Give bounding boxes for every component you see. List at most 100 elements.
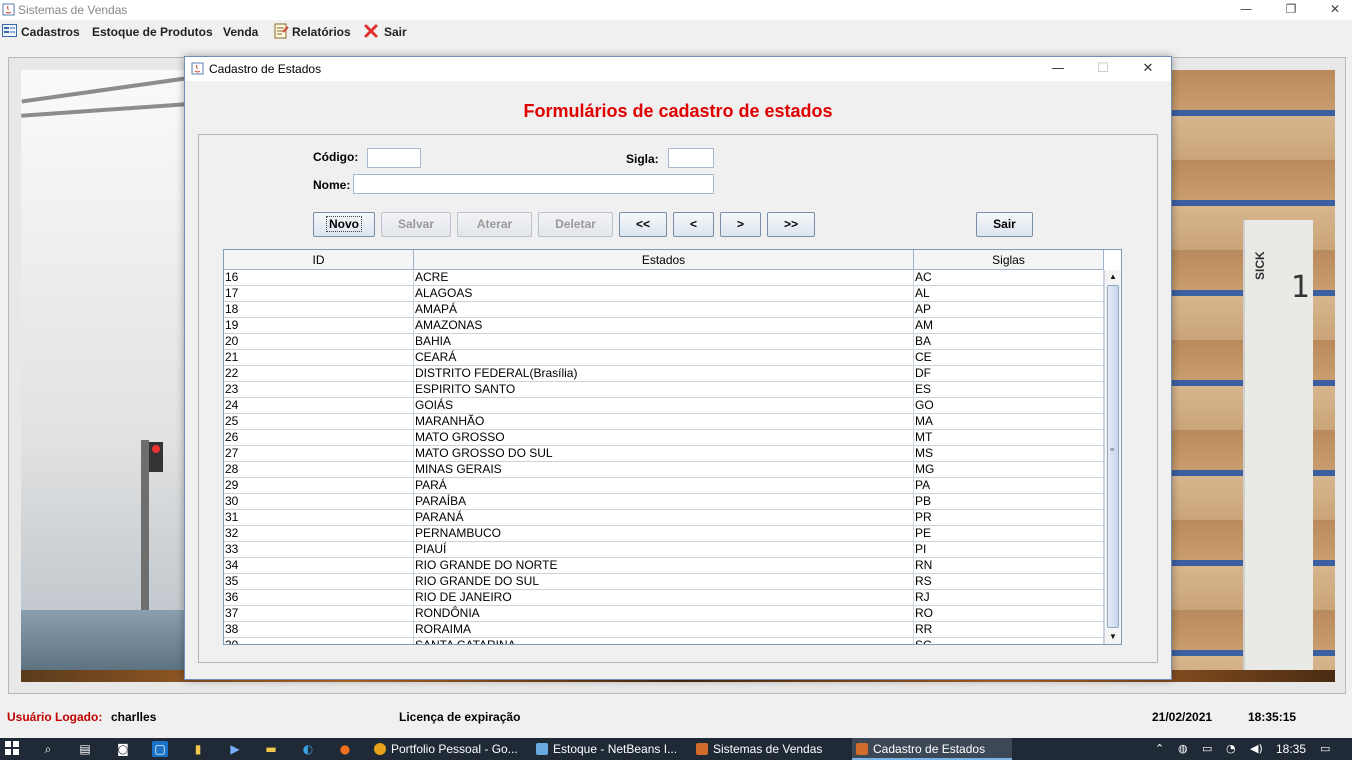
cell-id[interactable]: 31 [224,510,414,526]
cell-estado[interactable]: DISTRITO FEDERAL(Brasília) [414,366,914,382]
edge-icon[interactable]: ◐ [300,741,316,757]
column-header-siglas[interactable]: Siglas [914,250,1104,270]
cell-id[interactable]: 20 [224,334,414,350]
first-record-button[interactable]: << [619,212,667,237]
column-header-id[interactable]: ID [224,250,414,270]
cell-id[interactable]: 27 [224,446,414,462]
cell-estado[interactable]: AMAPÁ [414,302,914,318]
cell-sigla[interactable]: AP [914,302,1104,318]
table-row[interactable]: 19 AMAZONAS AM [224,318,1104,334]
table-row[interactable]: 22 DISTRITO FEDERAL(Brasília) DF [224,366,1104,382]
table-row[interactable]: 38 RORAIMA RR [224,622,1104,638]
cell-id[interactable]: 39 [224,638,414,644]
cell-estado[interactable]: MATO GROSSO [414,430,914,446]
task-view-icon[interactable]: ▤ [77,741,93,757]
cell-sigla[interactable]: CE [914,350,1104,366]
cell-id[interactable]: 37 [224,606,414,622]
close-button[interactable]: ✕ [1312,0,1352,20]
table-scrollbar[interactable]: ▲ ≡ ▼ [1104,270,1121,644]
cell-estado[interactable]: BAHIA [414,334,914,350]
table-row[interactable]: 36 RIO DE JANEIRO RJ [224,590,1104,606]
cell-sigla[interactable]: PE [914,526,1104,542]
table-row[interactable]: 20 BAHIA BA [224,334,1104,350]
cell-sigla[interactable]: RS [914,574,1104,590]
previous-record-button[interactable]: < [673,212,714,237]
table-row[interactable]: 30 PARAÍBA PB [224,494,1104,510]
aterar-button[interactable]: Aterar [457,212,532,237]
folder-icon[interactable]: ▬ [263,741,279,757]
sair-button[interactable]: Sair [976,212,1033,237]
firefox-icon[interactable]: ● [337,741,353,757]
cell-estado[interactable]: CEARÁ [414,350,914,366]
cell-id[interactable]: 36 [224,590,414,606]
table-row[interactable]: 27 MATO GROSSO DO SUL MS [224,446,1104,462]
menu-estoque[interactable]: Estoque de Produtos [92,23,213,41]
cell-id[interactable]: 35 [224,574,414,590]
app-icon[interactable]: ▢ [152,741,168,757]
table-row[interactable]: 28 MINAS GERAIS MG [224,462,1104,478]
cell-estado[interactable]: GOIÁS [414,398,914,414]
column-header-estados[interactable]: Estados [414,250,914,270]
taskbar-app-sistemas[interactable]: Sistemas de Vendas [692,738,850,760]
cell-estado[interactable]: ALAGOAS [414,286,914,302]
notification-icon[interactable]: ▭ [1320,738,1330,760]
next-record-button[interactable]: > [720,212,761,237]
deletar-button[interactable]: Deletar [538,212,613,237]
cell-id[interactable]: 26 [224,430,414,446]
tray-app-icon[interactable]: ◍ [1178,738,1188,760]
menu-cadastros[interactable]: Cadastros [2,23,82,41]
cell-sigla[interactable]: PA [914,478,1104,494]
volume-icon[interactable]: ◀) [1250,738,1263,760]
minimize-button[interactable]: — [1223,0,1269,20]
cell-sigla[interactable]: RR [914,622,1104,638]
cell-sigla[interactable]: AM [914,318,1104,334]
table-row[interactable]: 24 GOIÁS GO [224,398,1104,414]
last-record-button[interactable]: >> [767,212,815,237]
cell-estado[interactable]: PARANÁ [414,510,914,526]
cell-estado[interactable]: PARÁ [414,478,914,494]
table-row[interactable]: 18 AMAPÁ AP [224,302,1104,318]
cell-id[interactable]: 30 [224,494,414,510]
camera-icon[interactable]: ◙ [115,741,131,757]
table-row[interactable]: 32 PERNAMBUCO PE [224,526,1104,542]
chart-app-icon[interactable]: ▮ [190,741,206,757]
cell-sigla[interactable]: AC [914,270,1104,286]
codigo-field[interactable] [367,148,421,168]
cell-sigla[interactable]: MG [914,462,1104,478]
cell-estado[interactable]: RONDÔNIA [414,606,914,622]
menu-sair[interactable]: Sair [364,23,409,41]
cell-id[interactable]: 33 [224,542,414,558]
salvar-button[interactable]: Salvar [381,212,451,237]
table-row[interactable]: 33 PIAUÍ PI [224,542,1104,558]
cell-sigla[interactable]: MA [914,414,1104,430]
cell-sigla[interactable]: GO [914,398,1104,414]
taskbar-clock[interactable]: 18:35 [1276,738,1306,760]
scroll-up-arrow-icon[interactable]: ▲ [1105,270,1121,284]
cell-estado[interactable]: RIO GRANDE DO SUL [414,574,914,590]
cell-estado[interactable]: SANTA CATARINA [414,638,914,644]
table-row[interactable]: 25 MARANHÃO MA [224,414,1104,430]
menu-relatorios[interactable]: Relatórios [273,23,353,41]
cell-id[interactable]: 22 [224,366,414,382]
cell-sigla[interactable]: BA [914,334,1104,350]
cell-id[interactable]: 23 [224,382,414,398]
cell-sigla[interactable]: RJ [914,590,1104,606]
cell-id[interactable]: 34 [224,558,414,574]
table-row[interactable]: 21 CEARÁ CE [224,350,1104,366]
cell-id[interactable]: 29 [224,478,414,494]
table-row[interactable]: 31 PARANÁ PR [224,510,1104,526]
wifi-icon[interactable]: ◔ [1226,738,1236,760]
cell-id[interactable]: 18 [224,302,414,318]
cell-id[interactable]: 24 [224,398,414,414]
taskbar-app-chrome[interactable]: Portfolio Pessoal - Go... [370,738,530,760]
powershell-icon[interactable]: ▶ [227,741,243,757]
cell-id[interactable]: 25 [224,414,414,430]
taskbar-app-cadastro[interactable]: Cadastro de Estados [852,738,1012,760]
cell-sigla[interactable]: SC [914,638,1104,644]
cell-estado[interactable]: MINAS GERAIS [414,462,914,478]
cell-estado[interactable]: RIO DE JANEIRO [414,590,914,606]
search-icon[interactable]: ⌕ [40,741,56,757]
cell-estado[interactable]: RIO GRANDE DO NORTE [414,558,914,574]
chevron-up-icon[interactable]: ⌃ [1155,738,1164,760]
dialog-minimize-button[interactable]: — [1035,57,1081,81]
